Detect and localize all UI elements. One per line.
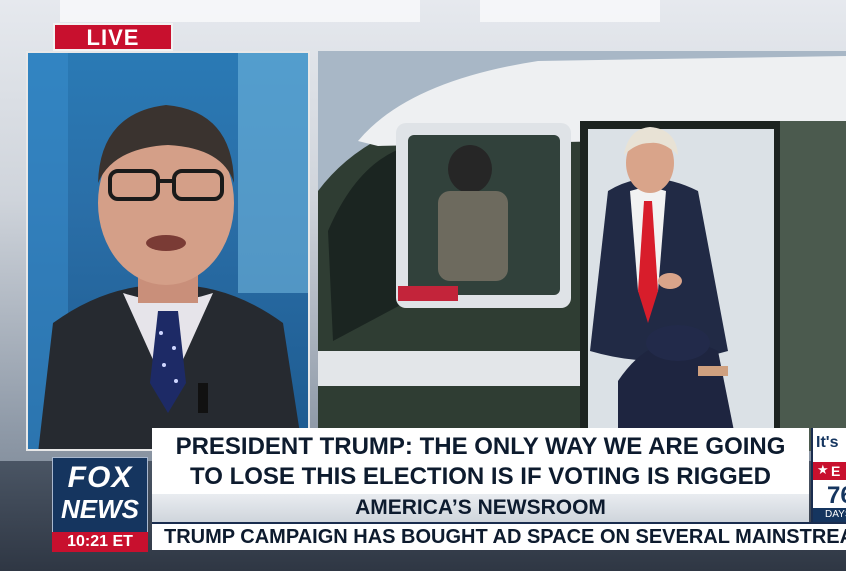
show-name-bar: AMERICA’S NEWSROOM — [152, 494, 809, 522]
anchor-video-panel — [26, 51, 310, 451]
lower-third-graphic: PRESIDENT TRUMP: THE ONLY WAY WE ARE GOI… — [0, 424, 846, 571]
logo-news-word: NEWS — [61, 494, 139, 524]
time-clock: 10:21 ET — [52, 532, 148, 552]
widget-its-text: It's — [816, 434, 839, 451]
logo-fox-word: FOX — [67, 461, 133, 494]
anchor-image — [28, 53, 308, 449]
headline-banner: PRESIDENT TRUMP: THE ONLY WAY WE ARE GOI… — [152, 428, 809, 494]
headline-line-1: PRESIDENT TRUMP: THE ONLY WAY WE ARE GOI… — [175, 433, 786, 460]
star-icon: ★ — [817, 463, 829, 478]
widget-letter: E — [831, 463, 841, 479]
helicopter-scene-image — [318, 51, 846, 451]
headline-line-2: TO LOSE THIS ELECTION IS IF VOTING IS RI… — [190, 463, 771, 490]
ceiling-light — [60, 0, 420, 22]
ticker-text: TRUMP CAMPAIGN HAS BOUGHT AD SPACE ON SE… — [164, 526, 846, 548]
widget-top: It's — [813, 428, 846, 462]
show-name: AMERICA’S NEWSROOM — [355, 496, 606, 519]
news-video-panel — [318, 51, 846, 451]
ceiling-light — [480, 0, 660, 22]
election-countdown-widget: It's ★ E 76 DAYS — [811, 428, 846, 522]
news-ticker: TRUMP CAMPAIGN HAS BOUGHT AD SPACE ON SE… — [152, 522, 846, 550]
widget-red-strip: ★ E — [813, 462, 846, 480]
widget-days-label: DAYS — [813, 508, 846, 522]
live-badge: LIVE — [53, 23, 173, 51]
widget-number: 76 — [827, 482, 846, 509]
